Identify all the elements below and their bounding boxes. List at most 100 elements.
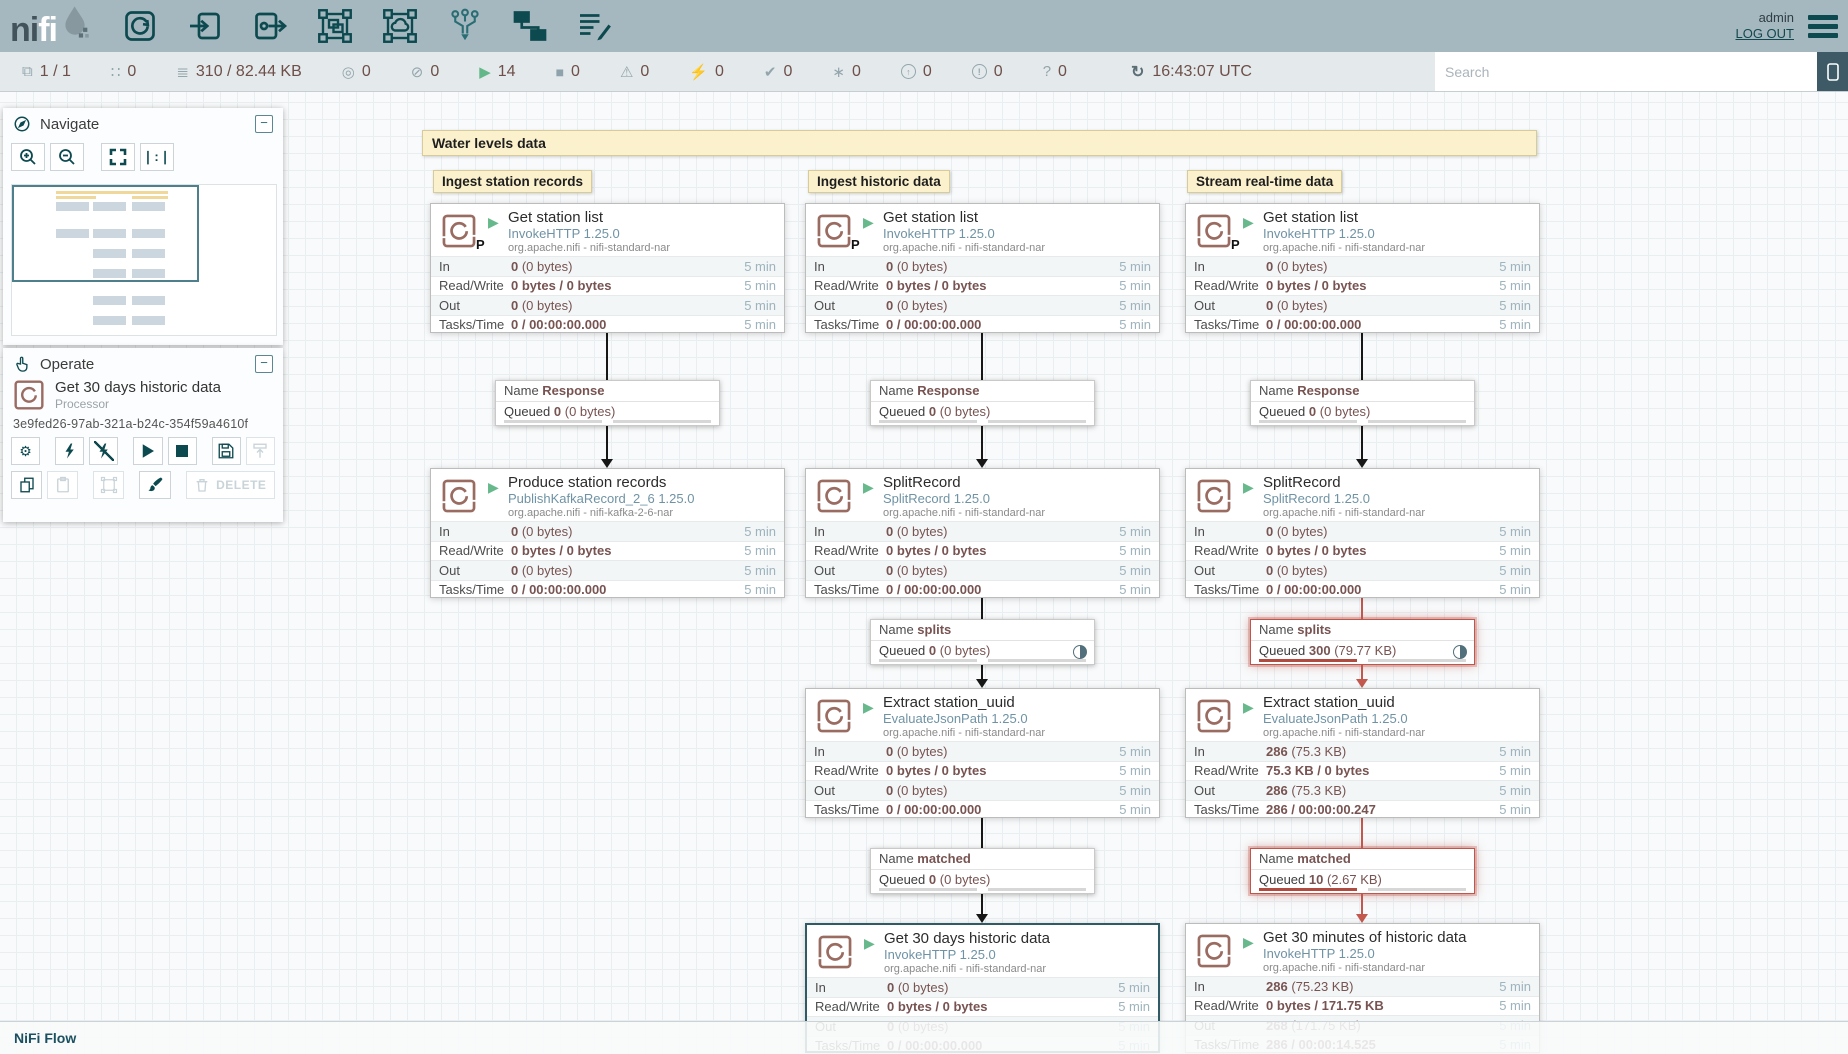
status-count: 0 — [127, 63, 136, 81]
upload-template-button[interactable] — [246, 437, 275, 465]
connection-label[interactable]: Name splits Queued 300 (79.77 KB) — [1250, 619, 1475, 665]
status-invalid: ⚠0 — [620, 63, 649, 81]
zoom-in-button[interactable] — [11, 143, 45, 171]
logout-link[interactable]: LOG OUT — [1735, 26, 1794, 42]
running-status-icon: ▶ — [863, 479, 874, 496]
delete-button[interactable]: DELETE — [186, 471, 275, 499]
stat-window: 5 min — [744, 278, 776, 293]
connection-line[interactable] — [981, 664, 983, 679]
queue-size-bar — [988, 659, 1086, 662]
search-settings-button[interactable] — [1817, 52, 1848, 91]
connection-label[interactable]: Name splits Queued 0 (0 bytes) — [870, 619, 1095, 665]
input-port-icon[interactable] — [186, 6, 224, 46]
column-label-ingest-historic[interactable]: Ingest historic data — [808, 170, 950, 193]
column-label-ingest-station[interactable]: Ingest station records — [433, 170, 592, 193]
search-input[interactable] — [1435, 52, 1817, 91]
processor-stamp-icon — [815, 697, 853, 735]
stat-value: 0 (0 bytes) — [1266, 298, 1499, 313]
connection-line[interactable] — [606, 333, 608, 380]
stat-row: Out0 (0 bytes)5 min — [1186, 295, 1539, 315]
processor-name: Extract station_uuid — [883, 694, 1153, 711]
configure-button[interactable]: ⚙ — [11, 437, 40, 465]
connection-line[interactable] — [981, 818, 983, 848]
label-icon[interactable] — [576, 6, 614, 46]
collapse-navigate-button[interactable]: − — [255, 115, 273, 133]
processor-component[interactable]: ▶ Extract station_uuid EvaluateJsonPath … — [805, 688, 1160, 818]
processor-component[interactable]: ▶ Extract station_uuid EvaluateJsonPath … — [1185, 688, 1540, 818]
birdseye-minimap[interactable] — [11, 184, 277, 336]
stat-label: Out — [1194, 298, 1266, 313]
stat-label: In — [439, 259, 511, 274]
minimap-viewport[interactable] — [12, 185, 199, 282]
connection-line-alert[interactable] — [1361, 893, 1363, 914]
processor-component[interactable]: ▶ Produce station records PublishKafkaRe… — [430, 468, 785, 598]
processor-type: InvokeHTTP 1.25.0 — [884, 947, 1152, 962]
processor-component[interactable]: P ▶ Get station list InvokeHTTP 1.25.0 o… — [430, 203, 785, 333]
paste-button[interactable] — [47, 471, 78, 499]
status-count: 0 — [852, 63, 861, 81]
change-color-button[interactable] — [139, 471, 170, 499]
processor-stats: In286 (75.3 KB)5 minRead/Write75.3 KB / … — [1186, 741, 1539, 819]
connection-label[interactable]: Name matched Queued 0 (0 bytes) — [870, 848, 1095, 894]
connection-line-alert[interactable] — [1361, 664, 1363, 679]
template-icon[interactable] — [511, 6, 549, 46]
processor-component[interactable]: ▶ SplitRecord SplitRecord 1.25.0 org.apa… — [805, 468, 1160, 598]
group-label[interactable]: Water levels data — [422, 130, 1537, 156]
stat-label: In — [439, 524, 511, 539]
processor-header: ▶ Get 30 minutes of historic data Invoke… — [1186, 924, 1539, 976]
stat-label: Tasks/Time — [814, 802, 886, 817]
process-group-icon[interactable] — [316, 6, 354, 46]
copy-button[interactable] — [11, 471, 42, 499]
connection-name-row: Name splits — [1251, 620, 1474, 641]
start-button[interactable] — [133, 437, 162, 465]
disable-button[interactable] — [89, 437, 118, 465]
enable-button[interactable] — [55, 437, 84, 465]
stat-window: 5 min — [1499, 582, 1531, 597]
status-count: 0 — [1058, 63, 1067, 81]
connection-line[interactable] — [606, 424, 608, 459]
connection-label[interactable]: Name Response Queued 0 (0 bytes) — [495, 380, 720, 426]
zoom-fit-button[interactable] — [101, 143, 135, 171]
stat-window: 5 min — [1499, 298, 1531, 313]
output-port-icon[interactable] — [251, 6, 289, 46]
stat-row: Tasks/Time0 / 00:00:00.0005 min — [1186, 580, 1539, 600]
funnel-icon[interactable] — [446, 6, 484, 46]
processor-component[interactable]: ▶ SplitRecord SplitRecord 1.25.0 org.apa… — [1185, 468, 1540, 598]
connection-line[interactable] — [981, 333, 983, 380]
connection-label[interactable]: Name Response Queued 0 (0 bytes) — [1250, 380, 1475, 426]
stat-label: Out — [1194, 783, 1266, 798]
connection-line-alert[interactable] — [1361, 818, 1363, 848]
connection-line-alert[interactable] — [1361, 598, 1363, 619]
queued-label: Queued — [1259, 643, 1305, 658]
processor-component[interactable]: P ▶ Get station list InvokeHTTP 1.25.0 o… — [805, 203, 1160, 333]
collapse-operate-button[interactable]: − — [255, 355, 273, 373]
connection-label[interactable]: Name matched Queued 10 (2.67 KB) — [1250, 848, 1475, 894]
stat-row: In0 (0 bytes)5 min — [806, 521, 1159, 541]
connection-line[interactable] — [981, 424, 983, 459]
create-template-button[interactable] — [212, 437, 241, 465]
compass-icon — [13, 115, 31, 133]
connection-line[interactable] — [981, 893, 983, 914]
connection-line[interactable] — [1361, 333, 1363, 380]
connection-line[interactable] — [981, 598, 983, 619]
column-label-stream-realtime[interactable]: Stream real-time data — [1187, 170, 1342, 193]
stat-label: In — [814, 524, 886, 539]
queue-size-bar — [988, 888, 1086, 891]
stat-value: 0 bytes / 0 bytes — [886, 278, 1119, 293]
zoom-actual-size-button[interactable]: ❘:❘ — [140, 143, 174, 171]
processor-component[interactable]: P ▶ Get station list InvokeHTTP 1.25.0 o… — [1185, 203, 1540, 333]
connection-line[interactable] — [1361, 424, 1363, 459]
stop-button[interactable] — [168, 437, 197, 465]
processor-stamp-icon — [1195, 477, 1233, 515]
zoom-out-button[interactable] — [50, 143, 84, 171]
remote-process-group-icon[interactable] — [381, 6, 419, 46]
processor-icon[interactable] — [121, 6, 159, 46]
global-menu-icon[interactable] — [1808, 15, 1838, 38]
group-button[interactable] — [93, 471, 124, 499]
stat-label: Read/Write — [1194, 278, 1266, 293]
last-refresh[interactable]: ↻ 16:43:07 UTC — [1131, 62, 1252, 82]
breadcrumb-root[interactable]: NiFi Flow — [14, 1030, 76, 1046]
connection-label[interactable]: Name Response Queued 0 (0 bytes) — [870, 380, 1095, 426]
processor-stats: In0 (0 bytes)5 minRead/Write0 bytes / 0 … — [431, 256, 784, 334]
refresh-icon[interactable]: ↻ — [1131, 62, 1144, 82]
